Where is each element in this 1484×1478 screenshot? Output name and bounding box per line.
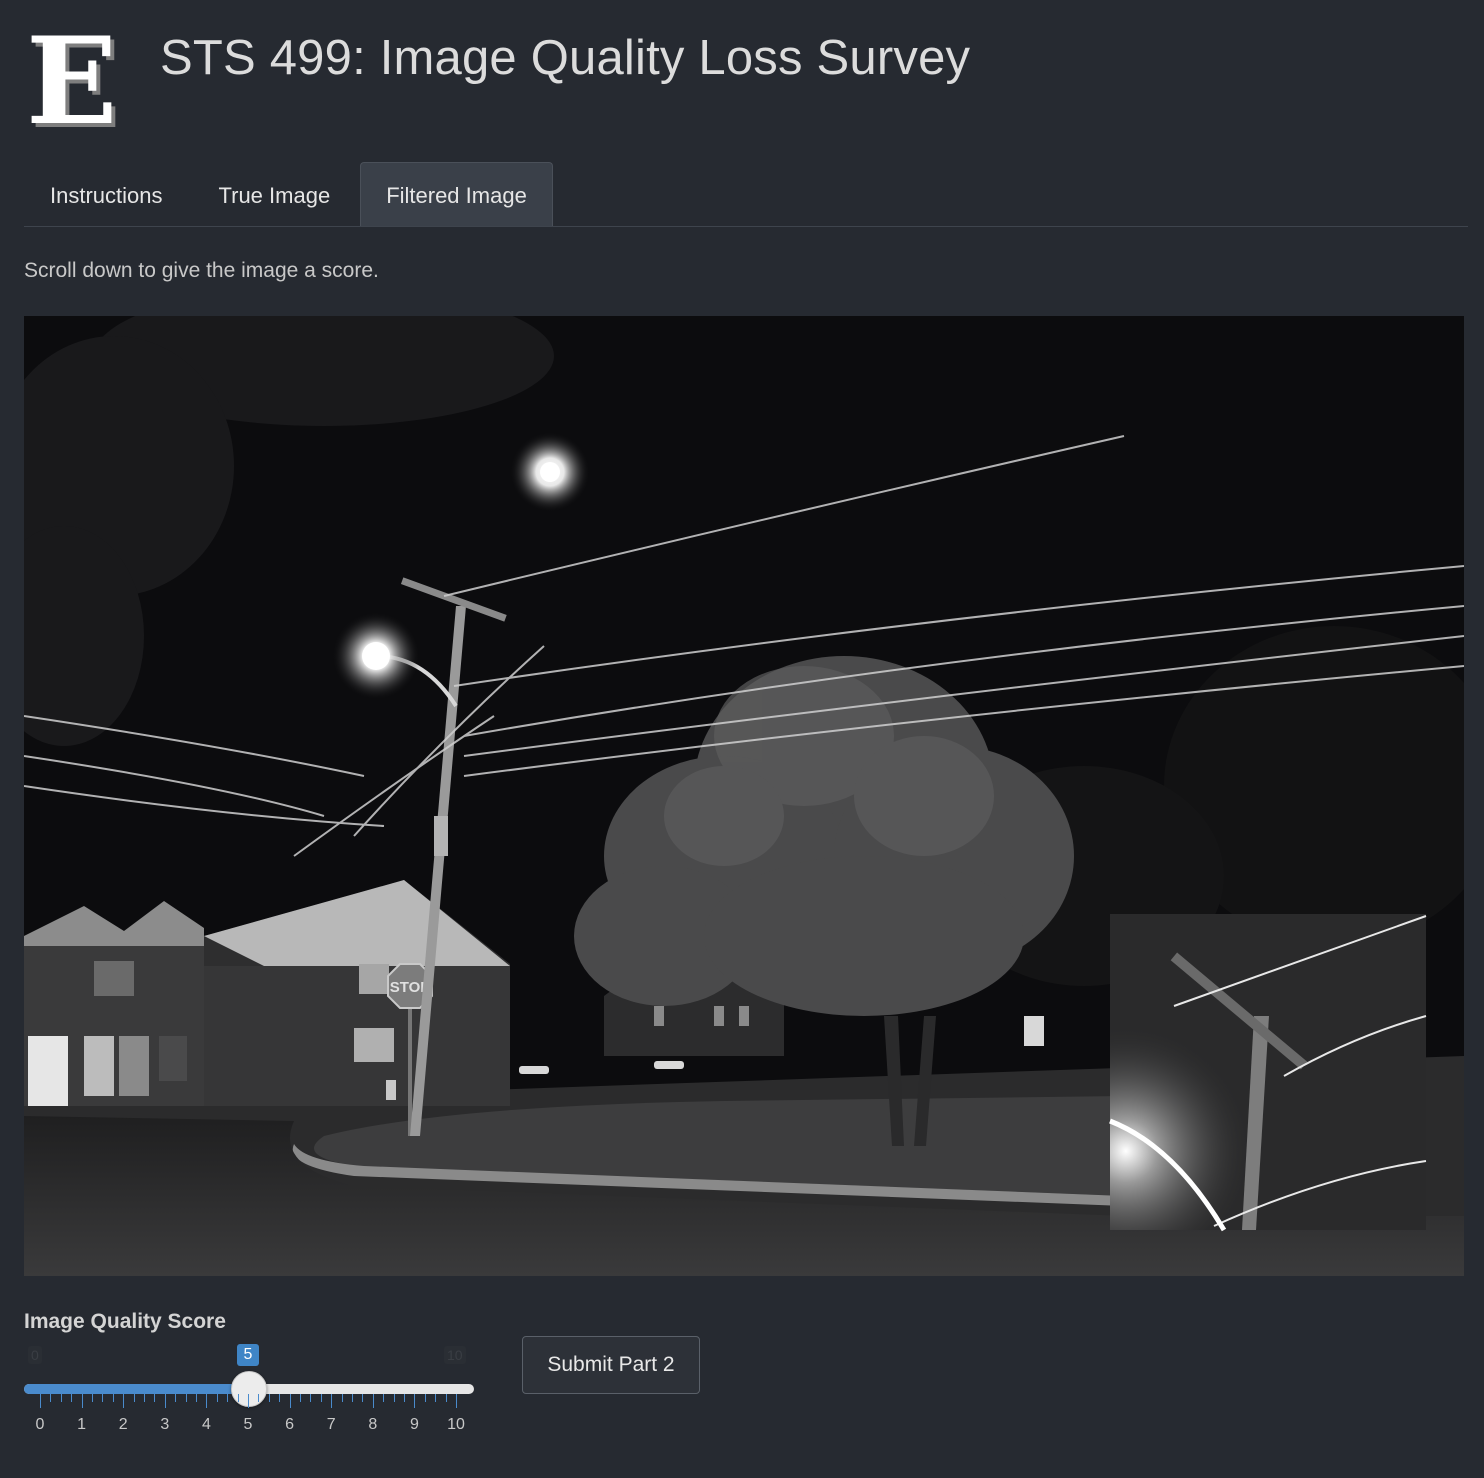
slider-tick-label: 5 xyxy=(243,1416,253,1433)
slider-ticks: 0 1 2 3 4 5 6 7 8 9 10 xyxy=(24,1394,476,1434)
slider-minor-tick xyxy=(445,1394,447,1402)
slider-minor-tick xyxy=(196,1394,197,1402)
score-label: Image Quality Score xyxy=(24,1310,226,1333)
slider-minor-tick xyxy=(112,1394,114,1402)
slider-major-tick xyxy=(372,1394,374,1408)
tab-bar: Instructions True Image Filtered Image xyxy=(24,160,1468,227)
tab-true-image[interactable]: True Image xyxy=(193,162,357,226)
slider-tick-label: 2 xyxy=(118,1416,128,1433)
slider-minor-tick xyxy=(279,1394,281,1402)
slider-minor-tick xyxy=(144,1394,145,1402)
slider-value-bubble: 5 xyxy=(237,1344,259,1366)
slider-tick-label: 1 xyxy=(77,1416,87,1433)
slider-tick-label: 0 xyxy=(35,1416,45,1433)
submit-part-2-button[interactable]: Submit Part 2 xyxy=(522,1336,700,1394)
score-slider[interactable]: 0 10 5 0 1 2 3 4 5 6 7 8 9 10 xyxy=(24,1342,476,1442)
slider-minor-tick xyxy=(185,1394,187,1402)
slider-minor-tick xyxy=(393,1394,395,1402)
night-street-photo: STOP xyxy=(24,316,1464,1276)
slider-major-tick xyxy=(456,1394,457,1408)
slider-tick-label: 10 xyxy=(447,1416,465,1433)
slider-min-label: 0 xyxy=(28,1346,42,1364)
slider-minor-tick xyxy=(92,1394,93,1402)
slider-tick-label: 9 xyxy=(409,1416,419,1433)
tab-filtered-image[interactable]: Filtered Image xyxy=(360,162,553,226)
page-title: STS 499: Image Quality Loss Survey xyxy=(160,31,971,85)
slider-major-tick xyxy=(331,1394,333,1408)
slider-minor-tick xyxy=(216,1394,218,1402)
e-logo-icon: E E xyxy=(26,22,121,134)
slider-tick-label: 4 xyxy=(201,1416,211,1433)
survey-page: E E STS 499: Image Quality Loss Survey I… xyxy=(0,0,1484,1478)
slider-minor-tick xyxy=(60,1394,62,1402)
slider-minor-tick xyxy=(300,1394,301,1402)
slider-major-tick xyxy=(248,1394,249,1408)
slider-minor-tick xyxy=(341,1394,343,1402)
slider-minor-tick xyxy=(258,1394,260,1402)
slider-tick-label: 7 xyxy=(326,1416,336,1433)
slider-major-tick xyxy=(414,1394,416,1408)
slider-major-tick xyxy=(40,1394,41,1408)
slider-minor-tick xyxy=(154,1394,156,1402)
slider-minor-tick xyxy=(71,1394,73,1402)
tab-instructions[interactable]: Instructions xyxy=(24,162,189,226)
slider-minor-tick xyxy=(310,1394,312,1402)
slider-major-tick xyxy=(206,1394,208,1408)
slider-major-tick xyxy=(123,1394,125,1408)
filtered-image: STOP xyxy=(24,316,1464,1276)
slider-minor-tick xyxy=(268,1394,270,1402)
slider-major-tick xyxy=(289,1394,291,1408)
slider-major-tick xyxy=(81,1394,83,1408)
slider-minor-tick xyxy=(133,1394,135,1402)
slider-minor-tick xyxy=(320,1394,322,1402)
slider-tick-label: 8 xyxy=(368,1416,378,1433)
slider-minor-tick xyxy=(50,1394,52,1402)
slider-minor-tick xyxy=(424,1394,426,1402)
slider-minor-tick xyxy=(227,1394,229,1402)
slider-minor-tick xyxy=(102,1394,104,1402)
slider-max-label: 10 xyxy=(444,1346,466,1364)
slider-minor-tick xyxy=(435,1394,437,1402)
slider-minor-tick xyxy=(404,1394,405,1402)
slider-fill xyxy=(24,1384,248,1394)
slider-minor-tick xyxy=(383,1394,385,1402)
slider-minor-tick xyxy=(237,1394,239,1402)
slider-minor-tick xyxy=(352,1394,353,1402)
svg-text:E: E xyxy=(26,22,117,134)
slider-tick-label: 6 xyxy=(285,1416,295,1433)
slider-minor-tick xyxy=(175,1394,177,1402)
zoom-inset xyxy=(1109,914,1427,1232)
slider-minor-tick xyxy=(362,1394,364,1402)
slider-major-tick xyxy=(164,1394,166,1408)
scroll-instruction: Scroll down to give the image a score. xyxy=(24,259,379,282)
slider-tick-label: 3 xyxy=(160,1416,170,1433)
